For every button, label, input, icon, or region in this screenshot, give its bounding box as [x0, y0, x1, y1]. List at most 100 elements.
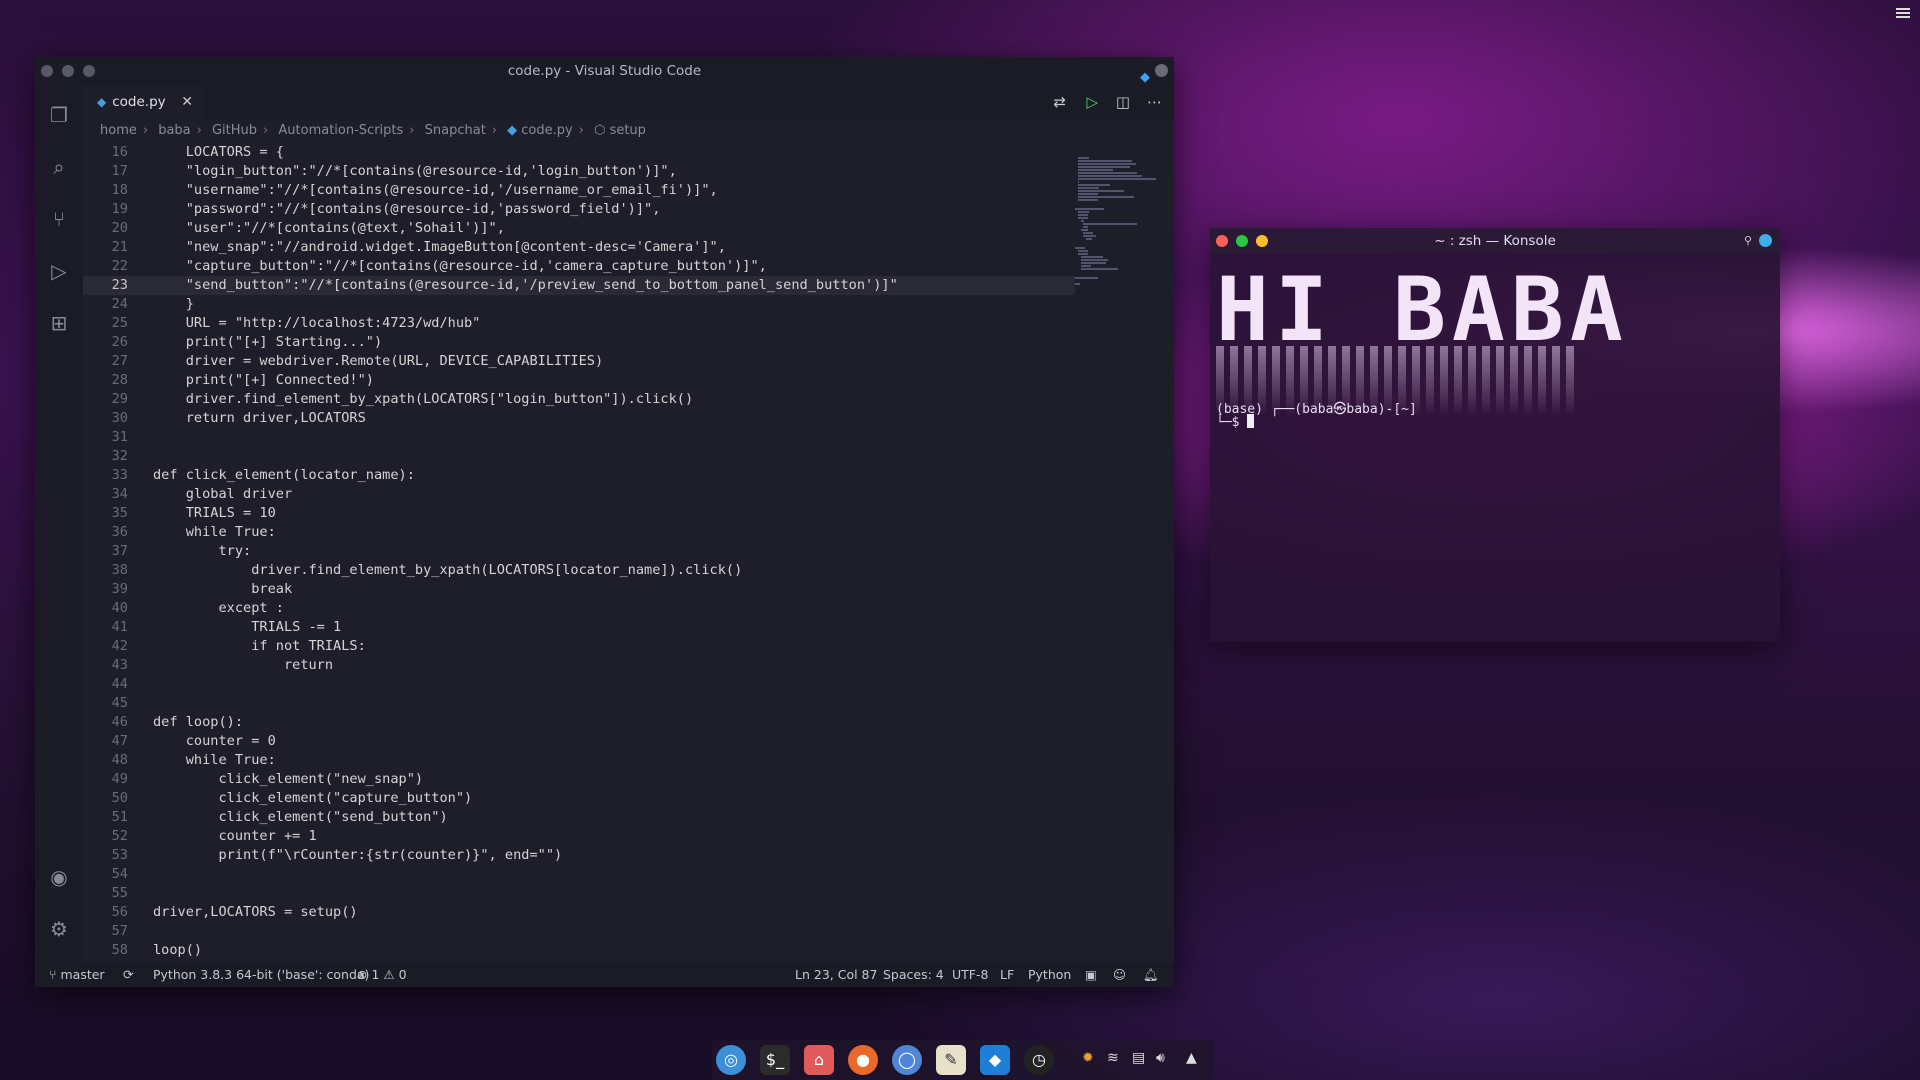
more-actions-icon[interactable]: ⋯: [1147, 93, 1162, 111]
code-line[interactable]: 53 print(f"\rCounter:{str(counter)}", en…: [83, 846, 1075, 865]
encoding-status[interactable]: UTF-8: [952, 963, 988, 987]
code-line[interactable]: 23 "send_button":"//*[contains(@resource…: [83, 276, 1075, 295]
breadcrumb-item[interactable]: Snapchat: [425, 123, 486, 138]
maximize-window-button[interactable]: [83, 65, 95, 77]
pin-icon[interactable]: ⚲: [1744, 228, 1752, 254]
volume-icon[interactable]: 🔊︎: [1156, 1050, 1165, 1066]
close-window-button[interactable]: [1216, 235, 1228, 247]
code-line[interactable]: 58 loop(): [83, 941, 1075, 960]
code-line[interactable]: 34 global driver: [83, 485, 1075, 504]
problems-status[interactable]: ⊗ 1 ⚠ 0: [357, 963, 407, 987]
code-line[interactable]: 16 LOCATORS = {: [83, 143, 1075, 162]
breadcrumb-item[interactable]: code.py: [521, 123, 572, 138]
split-editor-icon[interactable]: ◫: [1116, 93, 1130, 111]
code-line[interactable]: 43 return: [83, 656, 1075, 675]
clock-icon[interactable]: ◷: [1024, 1045, 1054, 1075]
code-line[interactable]: 46 def loop():: [83, 713, 1075, 732]
indentation-status[interactable]: Spaces: 4: [883, 963, 944, 987]
code-line[interactable]: 30 return driver,LOCATORS: [83, 409, 1075, 428]
breadcrumb-item[interactable]: home: [100, 123, 137, 138]
code-line[interactable]: 48 while True:: [83, 751, 1075, 770]
breadcrumb-item[interactable]: GitHub: [212, 123, 257, 138]
code-line[interactable]: 19 "password":"//*[contains(@resource-id…: [83, 200, 1075, 219]
desktop-menu-icon[interactable]: [1896, 6, 1910, 18]
code-line[interactable]: 41 TRIALS -= 1: [83, 618, 1075, 637]
elementary-icon[interactable]: ◎: [716, 1045, 746, 1075]
close-window-button[interactable]: [41, 65, 53, 77]
code-line[interactable]: 20 "user":"//*[contains(@text,'Sohail')]…: [83, 219, 1075, 238]
clipboard-icon[interactable]: ▤: [1132, 1050, 1145, 1066]
compare-changes-icon[interactable]: ⇄: [1053, 93, 1066, 111]
code-line[interactable]: 54: [83, 865, 1075, 884]
eol-status[interactable]: LF: [1000, 963, 1014, 987]
code-line[interactable]: 52 counter += 1: [83, 827, 1075, 846]
code-line[interactable]: 24 }: [83, 295, 1075, 314]
tab-code-py[interactable]: ◆ code.py ✕: [83, 85, 203, 119]
extensions-icon[interactable]: ⊞: [47, 311, 71, 335]
code-line[interactable]: 50 click_element("capture_button"): [83, 789, 1075, 808]
code-line[interactable]: 49 click_element("new_snap"): [83, 770, 1075, 789]
files-icon[interactable]: ⌂: [804, 1045, 834, 1075]
code-line[interactable]: 32: [83, 447, 1075, 466]
vscode-icon[interactable]: ◆: [980, 1045, 1010, 1075]
window-menu-button[interactable]: [1759, 234, 1772, 247]
code-line[interactable]: 37 try:: [83, 542, 1075, 561]
chromium-icon[interactable]: ◯: [892, 1045, 922, 1075]
code-line[interactable]: 51 click_element("send_button"): [83, 808, 1075, 827]
code-line[interactable]: 57: [83, 922, 1075, 941]
code-line[interactable]: 17 "login_button":"//*[contains(@resourc…: [83, 162, 1075, 181]
code-line[interactable]: 35 TRIALS = 10: [83, 504, 1075, 523]
explorer-icon[interactable]: ❐: [47, 103, 71, 127]
run-debug-icon[interactable]: ▷: [47, 259, 71, 283]
code-line[interactable]: 55: [83, 884, 1075, 903]
breadcrumb-item[interactable]: setup: [610, 123, 646, 138]
breadcrumb-item[interactable]: Automation-Scripts: [278, 123, 403, 138]
maximize-window-button[interactable]: [1256, 235, 1268, 247]
sync-icon[interactable]: ⟳: [123, 963, 133, 987]
code-line[interactable]: 21 "new_snap":"//android.widget.ImageBut…: [83, 238, 1075, 257]
tray-expand-icon[interactable]: ▲: [1186, 1050, 1197, 1066]
run-file-icon[interactable]: ▷: [1086, 93, 1098, 111]
terminal-icon[interactable]: $_: [760, 1045, 790, 1075]
terminal-icon[interactable]: ▣: [1085, 963, 1097, 987]
minimap[interactable]: [1075, 143, 1175, 963]
minimize-window-button[interactable]: [62, 65, 74, 77]
source-control-icon[interactable]: ⑂: [47, 207, 71, 231]
code-editor[interactable]: 16 LOCATORS = {17 "login_button":"//*[co…: [83, 143, 1075, 963]
code-line[interactable]: 22 "capture_button":"//*[contains(@resou…: [83, 257, 1075, 276]
firefox-icon[interactable]: ●: [848, 1045, 878, 1075]
code-line[interactable]: 28 print("[+] Connected!"): [83, 371, 1075, 390]
code-line[interactable]: 44: [83, 675, 1075, 694]
code-line[interactable]: 26 print("[+] Starting..."): [83, 333, 1075, 352]
code-line[interactable]: 27 driver = webdriver.Remote(URL, DEVICE…: [83, 352, 1075, 371]
prompt-line-2[interactable]: └─$: [1216, 414, 1255, 430]
language-mode-status[interactable]: Python: [1028, 963, 1071, 987]
notifications-bell-icon[interactable]: 🔔︎: [1143, 963, 1159, 987]
python-interpreter-status[interactable]: Python 3.8.3 64-bit ('base': conda): [153, 963, 369, 987]
wifi-icon[interactable]: ≋: [1107, 1050, 1119, 1066]
code-line[interactable]: 25 URL = "http://localhost:4723/wd/hub": [83, 314, 1075, 333]
git-branch-status[interactable]: ⑂ master: [49, 963, 105, 987]
code-line[interactable]: 39 break: [83, 580, 1075, 599]
account-icon[interactable]: ◉: [47, 865, 71, 889]
text-editor-icon[interactable]: ✎: [936, 1045, 966, 1075]
code-line[interactable]: 56 driver,LOCATORS = setup(): [83, 903, 1075, 922]
code-line[interactable]: 42 if not TRIALS:: [83, 637, 1075, 656]
window-menu-button[interactable]: [1155, 64, 1168, 77]
code-line[interactable]: 47 counter = 0: [83, 732, 1075, 751]
code-line[interactable]: 31: [83, 428, 1075, 447]
cursor-position-status[interactable]: Ln 23, Col 87: [795, 963, 877, 987]
search-icon[interactable]: ⌕: [47, 155, 71, 179]
feedback-icon[interactable]: ☺: [1113, 963, 1126, 987]
code-line[interactable]: 36 while True:: [83, 523, 1075, 542]
code-line[interactable]: 29 driver.find_element_by_xpath(LOCATORS…: [83, 390, 1075, 409]
breadcrumb-item[interactable]: baba: [158, 123, 190, 138]
code-line[interactable]: 40 except :: [83, 599, 1075, 618]
close-tab-icon[interactable]: ✕: [181, 85, 193, 119]
minimize-window-button[interactable]: [1236, 235, 1248, 247]
code-line[interactable]: 18 "username":"//*[contains(@resource-id…: [83, 181, 1075, 200]
settings-gear-icon[interactable]: ⚙: [47, 917, 71, 941]
code-line[interactable]: 33 def click_element(locator_name):: [83, 466, 1075, 485]
code-line[interactable]: 45: [83, 694, 1075, 713]
code-line[interactable]: 38 driver.find_element_by_xpath(LOCATORS…: [83, 561, 1075, 580]
